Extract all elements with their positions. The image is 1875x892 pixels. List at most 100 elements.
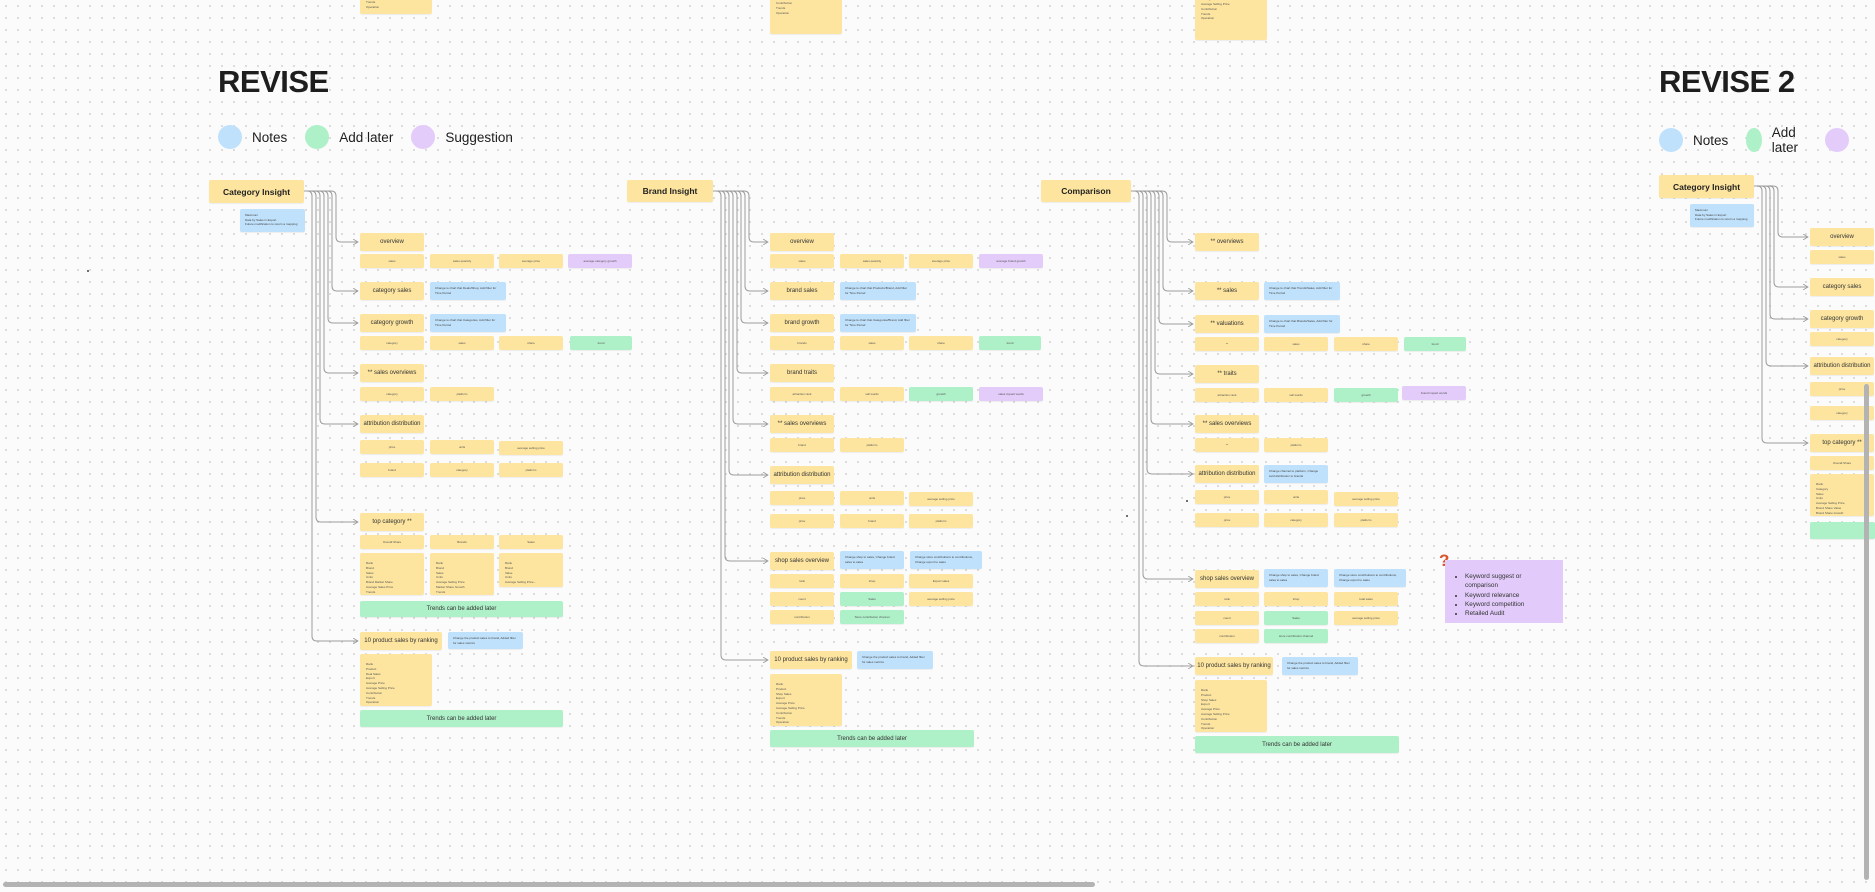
add-later-sticky[interactable]: trend [570, 336, 632, 350]
metric-sticky[interactable]: average selling price [909, 592, 973, 606]
metric-sticky[interactable]: category [360, 336, 424, 350]
note-sticky[interactable]: Change channel to platform, Change sold … [1264, 465, 1328, 483]
metric-sticky[interactable]: average selling price [1334, 611, 1398, 625]
trends-later-sticky[interactable]: Trends can be added later [770, 730, 974, 747]
metric-sticky[interactable]: price [360, 440, 424, 454]
metric-sticky[interactable]: share [1334, 337, 1398, 351]
add-later-sticky[interactable]: store contribution channel [1264, 629, 1328, 643]
suggestion-sticky[interactable]: sales impact words [979, 387, 1043, 401]
note-sticky[interactable]: Change the product sales to brand, Added… [1282, 657, 1358, 675]
metric-sticky[interactable]: share [909, 336, 973, 350]
comparison-root[interactable]: Comparison [1041, 180, 1131, 202]
metric-sticky[interactable]: ** [1195, 438, 1259, 452]
list-sticky[interactable]: Rank Product Shop Sales Export Average P… [1195, 680, 1267, 732]
attribution-distribution-sticky[interactable]: attribution distribution [1810, 357, 1874, 375]
brand-insight-root[interactable]: Brand Insight [627, 180, 713, 202]
note-sticky[interactable]: Change the product sales to brand, Added… [448, 632, 523, 649]
add-later-sticky[interactable]: growth [909, 387, 973, 401]
metric-sticky[interactable]: sales [360, 254, 424, 268]
metric-sticky[interactable]: count [770, 592, 834, 606]
note-sticky[interactable]: Change store contributions to contributi… [910, 551, 982, 569]
metric-sticky[interactable]: sales [840, 336, 904, 350]
note-sticky[interactable]: Change store contributions to contributi… [1334, 569, 1406, 587]
note-sticky[interactable]: Maximum Data by Sales in Export Future m… [240, 209, 305, 232]
note-sticky[interactable]: Maximum Data by Sales in Export Future m… [1690, 204, 1754, 227]
metric-sticky[interactable]: units [840, 491, 904, 505]
category-sales-sticky[interactable]: category sales [1810, 278, 1874, 296]
list-sticky[interactable]: Rank Product Shop Sales Export Average P… [770, 674, 842, 726]
metric-sticky[interactable]: attraction rank [1195, 388, 1259, 402]
metric-sticky[interactable]: brand [770, 438, 834, 452]
metric-sticky[interactable]: price [770, 491, 834, 505]
add-later-sticky[interactable]: trend [1404, 337, 1466, 351]
metric-sticky[interactable]: contribution [770, 610, 834, 624]
shop-sales-overview-sticky[interactable]: shop sales overview [1195, 570, 1259, 588]
metric-sticky[interactable]: platform [1334, 513, 1398, 527]
note-sticky[interactable]: Change to chart that Products/Brand, Add… [840, 282, 916, 300]
category-sales-sticky[interactable]: category sales [360, 282, 424, 300]
trends-later-sticky[interactable]: Trends can be added later [360, 710, 563, 727]
add-later-sticky[interactable]: Sales [840, 592, 904, 606]
metric-sticky[interactable]: ** [1195, 337, 1259, 351]
metric-sticky[interactable]: platform [1264, 438, 1328, 452]
suggestion-sticky[interactable]: brand impact words [1402, 386, 1466, 400]
category-insight-root[interactable]: Category Insight [209, 180, 304, 203]
metric-sticky[interactable]: rank [770, 574, 834, 588]
metric-sticky[interactable]: price [1195, 490, 1259, 504]
metric-sticky[interactable]: attraction rank [770, 387, 834, 401]
column-sticky[interactable]: Overall Share [360, 535, 424, 549]
brand-growth-sticky[interactable]: brand growth [770, 314, 834, 332]
column-sticky[interactable]: Sales [499, 535, 563, 549]
metric-sticky[interactable]: sell words [840, 387, 904, 401]
metric-sticky[interactable]: brands [770, 336, 834, 350]
note-sticky[interactable]: Change to chart that Deals/Shop, Add fil… [430, 282, 506, 300]
add-later-sticky[interactable]: trend [979, 336, 1041, 350]
overview-sticky[interactable]: overview [360, 233, 424, 251]
brand-sales-sticky[interactable]: brand sales [770, 282, 834, 300]
metric-sticky[interactable]: average price [909, 254, 973, 268]
note-sticky[interactable]: Change shop to sales, Change brand sales… [1264, 569, 1328, 587]
metric-sticky[interactable]: platform [430, 387, 494, 401]
metric-sticky[interactable]: units [430, 440, 494, 454]
list-sticky[interactable]: Rank Product Deal Sales Export Average P… [360, 654, 432, 706]
brand-traits-sticky[interactable]: brand traits [770, 364, 834, 382]
partial-list-sticky[interactable]: Trends Operation [360, 0, 432, 14]
metric-sticky[interactable]: platform [499, 463, 563, 477]
metric-sticky[interactable]: Export sales [909, 574, 973, 588]
ranking-sticky[interactable]: 10 product sales by ranking [360, 632, 442, 650]
sales-overviews-sticky[interactable]: ** sales overviews [360, 364, 424, 382]
metric-sticky[interactable]: brand [840, 514, 904, 528]
metric-sticky[interactable]: platform [909, 514, 973, 528]
overviews-sticky[interactable]: ** overviews [1195, 233, 1259, 251]
metric-sticky[interactable]: average selling price [1334, 492, 1398, 506]
partial-list-sticky[interactable]: Shop Info Product Deal Sales Export Aver… [1195, 0, 1267, 40]
vertical-scrollbar[interactable] [1864, 384, 1869, 880]
metric-sticky[interactable]: sell words [1264, 388, 1328, 402]
overview-sticky[interactable]: overview [770, 233, 834, 251]
suggestion-sticky[interactable]: average brand growth [979, 254, 1043, 268]
metric-sticky[interactable]: price [1195, 513, 1259, 527]
metric-sticky[interactable]: sales [430, 336, 494, 350]
metric-sticky[interactable]: rank [1195, 592, 1259, 606]
note-sticky[interactable]: Change to chart that Categories/Brand, A… [840, 314, 916, 332]
note-sticky[interactable]: Change to chart that Categories, Add fil… [430, 314, 506, 332]
trends-later-sticky[interactable]: Trends can be added later [1195, 736, 1399, 753]
metric-sticky[interactable]: share [499, 336, 563, 350]
metric-sticky[interactable]: count [1195, 611, 1259, 625]
note-sticky[interactable]: Change the product sales to brand, Added… [857, 651, 933, 669]
note-sticky[interactable]: Change to chart that Trends/Sales, Add f… [1264, 282, 1340, 300]
metric-sticky[interactable]: sales [1810, 250, 1874, 264]
metric-sticky[interactable]: contribution [1195, 629, 1259, 643]
metric-sticky[interactable]: sales [1264, 337, 1328, 351]
horizontal-scrollbar[interactable] [3, 882, 1095, 887]
suggestion-sticky[interactable]: average category growth [568, 254, 632, 268]
metric-sticky[interactable]: sales [770, 254, 834, 268]
metric-sticky[interactable]: shop [1264, 592, 1328, 606]
metric-sticky[interactable]: price [770, 514, 834, 528]
add-later-sticky[interactable]: growth [1334, 388, 1398, 402]
category-growth-sticky[interactable]: category growth [360, 314, 424, 332]
list-sticky[interactable]: Rank Brand Sales Units Brand Market Shar… [360, 553, 424, 595]
metric-sticky[interactable]: units [1264, 490, 1328, 504]
valuations-sticky[interactable]: ** valuations [1195, 315, 1259, 333]
metric-sticky[interactable]: sales quantity [840, 254, 904, 268]
